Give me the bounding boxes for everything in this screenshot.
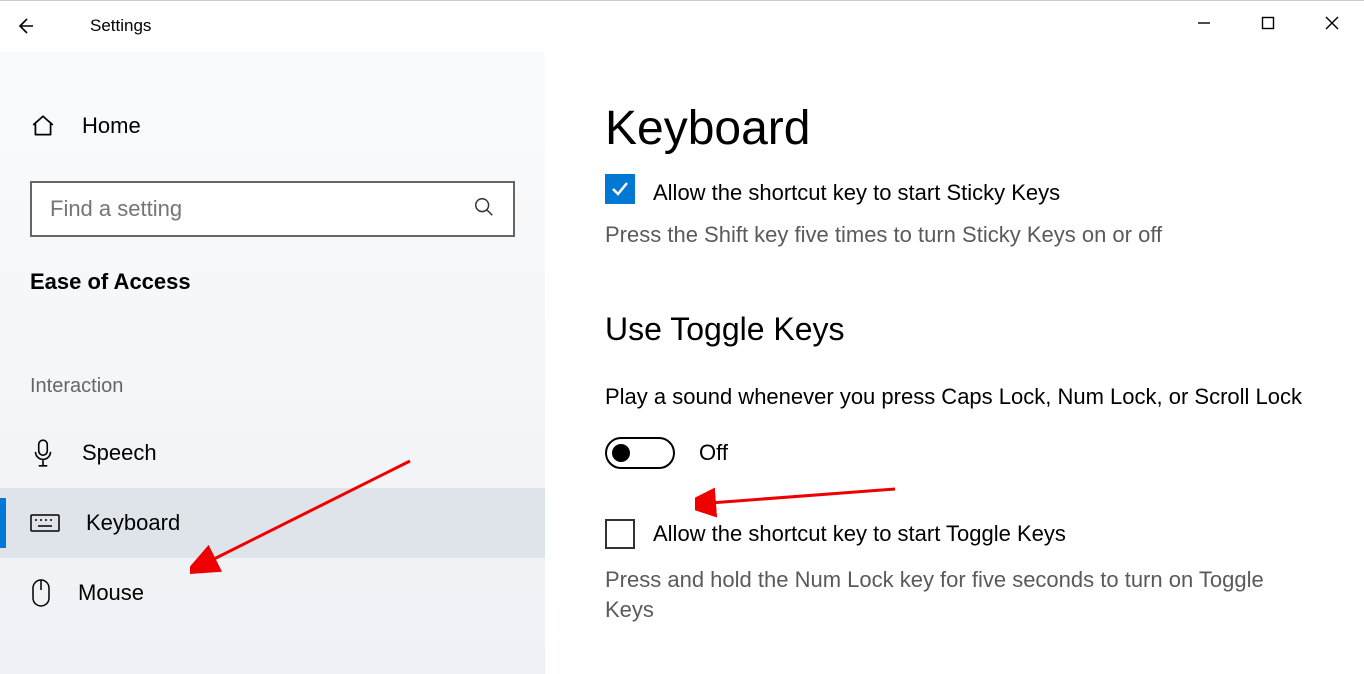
app-title: Settings	[90, 16, 151, 36]
sticky-keys-shortcut-row: Allow the shortcut key to start Sticky K…	[605, 174, 1304, 204]
sidebar-item-label: Mouse	[78, 580, 144, 606]
toggle-knob	[612, 444, 630, 462]
main-content: Keyboard Allow the shortcut key to start…	[545, 51, 1364, 674]
search-input[interactable]	[50, 196, 473, 222]
toggle-keys-body: Play a sound whenever you press Caps Loc…	[605, 382, 1304, 413]
mouse-icon	[30, 578, 52, 608]
sidebar-item-speech[interactable]: Speech	[0, 418, 545, 488]
minimize-icon	[1197, 16, 1211, 30]
maximize-icon	[1261, 16, 1275, 30]
sidebar-item-keyboard[interactable]: Keyboard	[0, 488, 545, 558]
sidebar-category: Ease of Access	[0, 269, 545, 295]
sticky-keys-shortcut-label: Allow the shortcut key to start Sticky K…	[653, 180, 1060, 206]
sidebar: Home Ease of Access Interaction Speech	[0, 51, 545, 674]
sidebar-item-label: Keyboard	[86, 510, 180, 536]
close-button[interactable]	[1300, 1, 1364, 45]
sidebar-item-mouse[interactable]: Mouse	[0, 558, 545, 628]
toggle-keys-toggle-row: Off	[605, 437, 1304, 469]
close-icon	[1325, 16, 1339, 30]
sidebar-home-label: Home	[82, 113, 141, 139]
titlebar: Settings	[0, 1, 1364, 51]
keyboard-icon	[30, 512, 60, 534]
toggle-keys-switch[interactable]	[605, 437, 675, 469]
back-arrow-icon	[15, 16, 35, 36]
search-icon	[473, 196, 495, 223]
sidebar-home[interactable]: Home	[0, 101, 545, 151]
toggle-keys-shortcut-checkbox[interactable]	[605, 519, 635, 549]
toggle-keys-state: Off	[699, 440, 728, 466]
sidebar-item-label: Speech	[82, 440, 157, 466]
check-icon	[610, 179, 630, 199]
toggle-keys-description: Press and hold the Num Lock key for five…	[605, 565, 1304, 627]
toggle-keys-shortcut-row: Allow the shortcut key to start Toggle K…	[605, 519, 1304, 549]
sticky-keys-description: Press the Shift key five times to turn S…	[605, 220, 1304, 251]
home-icon	[30, 113, 56, 139]
toggle-keys-section-title: Use Toggle Keys	[605, 311, 1304, 348]
microphone-icon	[30, 438, 56, 468]
toggle-keys-shortcut-label: Allow the shortcut key to start Toggle K…	[653, 521, 1066, 547]
back-button[interactable]	[0, 1, 50, 51]
annotation-arrow-toggle	[695, 471, 915, 521]
sidebar-group-label: Interaction	[0, 375, 545, 398]
window-controls	[1172, 1, 1364, 45]
search-input-container[interactable]	[30, 181, 515, 237]
minimize-button[interactable]	[1172, 1, 1236, 45]
page-title: Keyboard	[605, 101, 1304, 156]
sticky-keys-shortcut-checkbox[interactable]	[605, 174, 635, 204]
maximize-button[interactable]	[1236, 1, 1300, 45]
